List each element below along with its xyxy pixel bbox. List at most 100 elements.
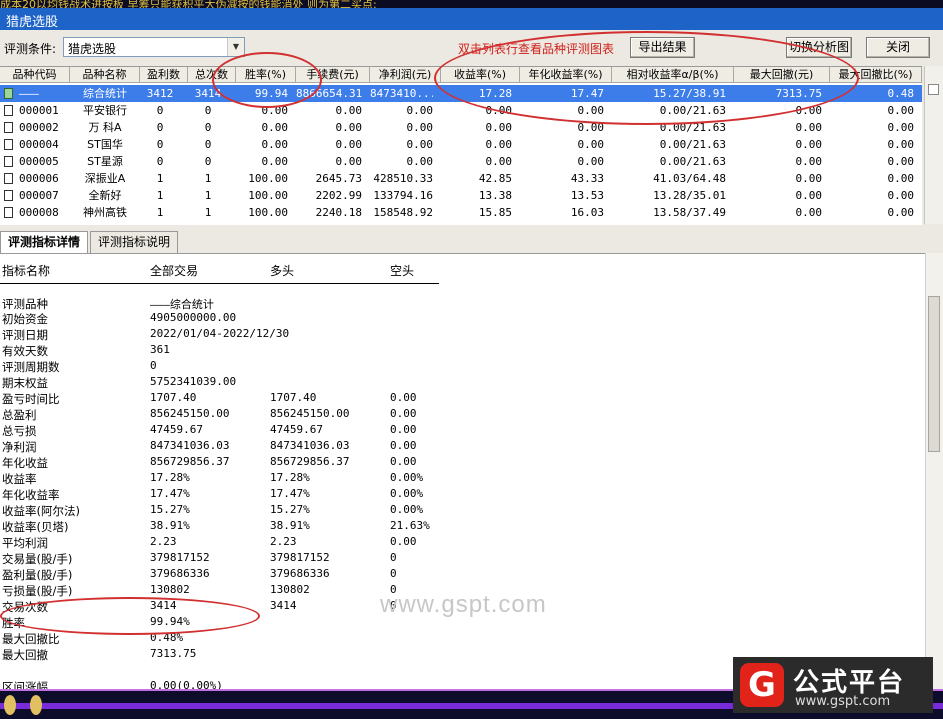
- cell-ret: 15.85: [478, 206, 512, 219]
- close-button[interactable]: 关闭: [866, 37, 930, 58]
- scroll-box-icon[interactable]: [928, 84, 939, 95]
- metric-name: 总亏损: [2, 424, 37, 438]
- condition-select[interactable]: 猎虎选股 ▼: [63, 37, 245, 57]
- metric-all-value: 0: [150, 359, 157, 372]
- metric-long-value: 17.28%: [270, 471, 310, 484]
- cell-ddratio: 0.00: [887, 138, 915, 151]
- results-table[interactable]: 品种代码 品种名称 盈利数 总次数 胜率(%) 手续费(元) 净利润(元) 收益率(%) 年化收…: [0, 66, 922, 225]
- cell-total: 3414: [194, 87, 222, 100]
- cell-total: 0: [204, 155, 212, 168]
- column-header[interactable]: 手续费(元): [296, 67, 370, 83]
- cell-name: 神州高铁: [83, 206, 127, 219]
- cell-ret: 17.28: [478, 87, 512, 100]
- document-icon: [4, 139, 13, 150]
- condition-label: 评测条件:: [4, 42, 57, 56]
- details-header-long: 多头: [270, 264, 295, 278]
- cell-ddratio: 0.00: [887, 172, 915, 185]
- column-header[interactable]: 胜率(%): [236, 67, 296, 83]
- cell-annual: 0.00: [577, 104, 605, 117]
- metric-name: 评测周期数: [2, 360, 60, 374]
- cell-winrate: 99.94: [254, 87, 288, 100]
- gspt-logo: G 公式平台 www.gspt.com: [733, 657, 933, 713]
- cell-maxdd: 0.00: [795, 138, 823, 151]
- table-row[interactable]: 000002 万 科A 0 0 0.00 0.00 0.00 0.00 0.00 0.00/21.…: [0, 119, 922, 136]
- table-row[interactable]: 000005 ST星源 0 0 0.00 0.00 0.00 0.00 0.00 0.00/21.…: [0, 153, 922, 170]
- column-header[interactable]: 盈利数: [140, 67, 188, 83]
- cell-winrate: 0.00: [261, 155, 289, 168]
- switch-chart-button[interactable]: 切换分析图: [786, 37, 852, 58]
- metric-short-value: 0: [390, 567, 397, 580]
- metric-short-value: 0.00: [390, 439, 417, 452]
- column-header[interactable]: 相对收益率α/β(%): [612, 67, 734, 83]
- metric-short-value: 0.00: [390, 455, 417, 468]
- window-title: 猎虎选股: [6, 15, 59, 30]
- metric-name: 盈亏时间比: [2, 392, 60, 406]
- metric-name: 评测日期: [2, 328, 48, 342]
- cell-fee: 0.00: [335, 104, 363, 117]
- table-row[interactable]: ——— 综合统计 3412 3414 99.94 8866654.31 8473410...…: [0, 85, 922, 102]
- cell-winrate: 100.00: [248, 206, 288, 219]
- metric-name: 期末权益: [2, 376, 48, 390]
- cell-wins: 0: [156, 121, 164, 134]
- cell-code: 000008: [19, 206, 59, 219]
- details-header-all: 全部交易: [150, 264, 199, 278]
- cell-ddratio: 0.00: [887, 121, 915, 134]
- metric-short-value: 0.00: [390, 423, 417, 436]
- document-icon: [4, 190, 13, 201]
- tab-metric-details[interactable]: 评测指标详情: [0, 231, 88, 253]
- chevron-down-icon[interactable]: ▼: [227, 38, 244, 56]
- column-header[interactable]: 品种名称: [70, 67, 140, 83]
- cell-ddratio: 0.48: [887, 87, 915, 100]
- column-header[interactable]: 品种代码: [0, 67, 70, 83]
- metric-short-value: 0.00%: [390, 471, 424, 484]
- window-title-bar[interactable]: 猎虎选股: [0, 8, 943, 30]
- cell-fee: 2240.18: [315, 206, 362, 219]
- column-header[interactable]: 总次数: [188, 67, 236, 83]
- column-header[interactable]: 最大回撤比(%): [830, 67, 922, 83]
- cell-ret: 0.00: [485, 138, 513, 151]
- cell-wins: 1: [156, 189, 164, 202]
- cell-maxdd: 0.00: [795, 104, 823, 117]
- table-row[interactable]: 000006 深振业A 1 1 100.00 2645.73 428510.33 42.85 4…: [0, 170, 922, 187]
- export-button[interactable]: 导出结果: [630, 37, 695, 58]
- metric-long-value: 2.23: [270, 535, 297, 548]
- metric-name: 交易量(股/手): [2, 552, 73, 566]
- cell-annual: 13.53: [570, 189, 604, 202]
- column-header[interactable]: 最大回撤(元): [734, 67, 830, 83]
- metric-name: 最大回撤: [2, 648, 48, 662]
- cell-rel: 0.00/21.63: [659, 104, 726, 117]
- cell-maxdd: 0.00: [795, 206, 823, 219]
- cell-winrate: 100.00: [248, 189, 288, 202]
- metric-all-value: 2022/01/04-2022/12/30: [150, 327, 290, 340]
- metric-short-value: 0.00: [390, 391, 417, 404]
- cell-winrate: 0.00: [261, 121, 289, 134]
- cell-name: 深振业A: [84, 172, 126, 185]
- cell-code: 000006: [19, 172, 59, 185]
- tab-metric-description[interactable]: 评测指标说明: [90, 231, 178, 253]
- metric-long-value: 847341036.03: [270, 439, 350, 452]
- metric-all-value: 4905000000.00: [150, 311, 237, 324]
- metric-long-value: 47459.67: [270, 423, 323, 436]
- metric-name: 胜率: [2, 616, 25, 630]
- metric-name: 盈利量(股/手): [2, 568, 73, 582]
- cell-wins: 0: [156, 155, 164, 168]
- column-header[interactable]: 年化收益率(%): [520, 67, 612, 83]
- metric-long-value: 1707.40: [270, 391, 317, 404]
- table-row[interactable]: 000008 神州高铁 1 1 100.00 2240.18 158548.92 15.85 1…: [0, 204, 922, 221]
- metric-name: 总盈利: [2, 408, 37, 422]
- table-scrollbar[interactable]: [924, 66, 943, 224]
- column-header[interactable]: 净利润(元): [370, 67, 441, 83]
- cell-annual: 0.00: [577, 155, 605, 168]
- metric-all-value: 130802: [150, 583, 190, 596]
- cell-rel: 13.28/35.01: [653, 189, 726, 202]
- column-header[interactable]: 收益率(%): [441, 67, 520, 83]
- document-icon: [4, 207, 13, 218]
- cell-rel: 41.03/64.48: [653, 172, 726, 185]
- cell-name: ST星源: [87, 155, 123, 168]
- metric-all-value: 15.27%: [150, 503, 190, 516]
- details-scrollbar-thumb[interactable]: [928, 296, 940, 452]
- table-row[interactable]: 000004 ST国华 0 0 0.00 0.00 0.00 0.00 0.00 0.00/21.…: [0, 136, 922, 153]
- table-row[interactable]: 000007 全新好 1 1 100.00 2202.99 133794.16 13.38 13…: [0, 187, 922, 204]
- table-row[interactable]: 000001 平安银行 0 0 0.00 0.00 0.00 0.00 0.00 0.00/21.…: [0, 102, 922, 119]
- detail-tabs: 评测指标详情 评测指标说明: [0, 231, 943, 253]
